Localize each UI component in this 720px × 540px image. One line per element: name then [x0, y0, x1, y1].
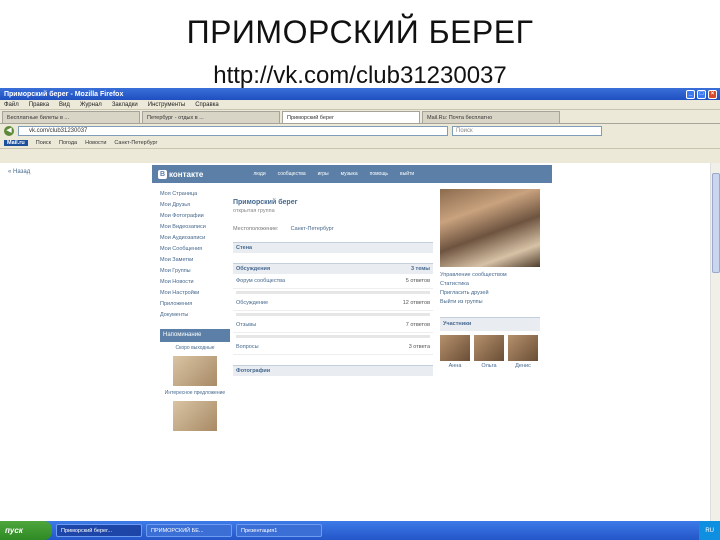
menu-file[interactable]: Файл — [4, 102, 19, 108]
language-indicator[interactable]: RU — [705, 528, 714, 534]
vk-right-column: Управление сообществом Статистика Пригла… — [440, 189, 540, 371]
tab-2[interactable]: Петербург - отдых в ... — [142, 111, 280, 123]
side-text[interactable]: Интересное предложение — [160, 390, 230, 397]
group-photo[interactable] — [440, 189, 540, 267]
side-item[interactable]: Мои Группы — [160, 266, 230, 277]
close-button[interactable]: × — [708, 89, 717, 99]
system-tray: RU — [699, 521, 720, 540]
group-type: открытая группа — [233, 208, 275, 214]
menu-bar: Файл Правка Вид Журнал Закладки Инструме… — [0, 100, 720, 110]
side-block-title: Напоминание — [160, 329, 230, 342]
tab-strip: Бесплатные билеты в ... Петербург - отды… — [0, 110, 720, 124]
page-scrollbar[interactable] — [710, 163, 720, 521]
avatar[interactable] — [508, 335, 538, 361]
avatar[interactable] — [474, 335, 504, 361]
side-item[interactable]: Мои Видеозаписи — [160, 222, 230, 233]
window-title: Приморский берег - Mozilla Firefox — [4, 90, 124, 98]
wall-section-header: Стена — [233, 242, 433, 253]
start-button[interactable]: пуск — [0, 521, 52, 540]
side-item[interactable]: Мои Фотографии — [160, 211, 230, 222]
bookmark-weather[interactable]: Погода — [59, 140, 77, 146]
vk-nav-help[interactable]: помощь — [370, 171, 388, 177]
vk-header: В контакте люди сообщества игры музыка п… — [152, 165, 552, 183]
menu-edit[interactable]: Правка — [29, 102, 49, 108]
vk-nav: люди сообщества игры музыка помощь выйти — [253, 171, 414, 177]
address-input[interactable]: vk.com/club31230037 — [18, 126, 448, 136]
side-item[interactable]: Мои Новости — [160, 277, 230, 288]
forum-row[interactable]: Обсуждение 12 ответов — [233, 296, 433, 311]
members-list: Анна Ольга Денис — [440, 335, 540, 371]
taskbar-item[interactable]: Приморский берег... — [56, 524, 142, 537]
side-ad-image[interactable] — [173, 356, 217, 386]
navigation-bar: ◀ vk.com/club31230037 Поиск — [0, 124, 720, 138]
menu-tools[interactable]: Инструменты — [148, 102, 185, 108]
member[interactable]: Денис — [508, 335, 538, 371]
taskbar-item[interactable]: ПРИМОРСКИЙ БЕ... — [146, 524, 232, 537]
bookmark-news[interactable]: Новости — [85, 140, 106, 146]
taskbar: пуск Приморский берег... ПРИМОРСКИЙ БЕ..… — [0, 521, 720, 540]
vk-logo-icon: В — [158, 169, 167, 179]
forum-row[interactable]: Вопросы 3 ответа — [233, 340, 433, 355]
slide-title: ПРИМОРСКИЙ БЕРЕГ — [186, 14, 534, 50]
members-section-header: Участники — [440, 317, 540, 331]
side-item[interactable]: Мои Заметки — [160, 255, 230, 266]
bookmark-spb[interactable]: Санкт-Петербург — [114, 140, 157, 146]
side-item[interactable]: Моя Страница — [160, 189, 230, 200]
scrollbar-thumb[interactable] — [712, 173, 720, 273]
tab-1[interactable]: Бесплатные билеты в ... — [2, 111, 140, 123]
search-input[interactable]: Поиск — [452, 126, 602, 136]
back-arrow-icon[interactable]: ◀ — [4, 126, 14, 136]
browser-screenshot: Приморский берег - Mozilla Firefox _ □ ×… — [0, 88, 720, 540]
divider — [236, 335, 430, 338]
group-name: Приморский берег — [233, 199, 298, 206]
divider — [236, 291, 430, 294]
photos-section-header: Фотографии — [233, 365, 433, 376]
right-link[interactable]: Статистика — [440, 280, 540, 289]
vk-nav-communities[interactable]: сообщества — [278, 171, 306, 177]
page-content: « Назад В контакте люди сообщества игры … — [0, 163, 720, 521]
menu-bookmarks[interactable]: Закладки — [112, 102, 138, 108]
right-link[interactable]: Управление сообществом — [440, 271, 540, 280]
bookmark-mailru[interactable]: Mail.ru — [4, 140, 28, 146]
vk-main-column: Приморский берег открытая группа Местопо… — [233, 189, 433, 376]
taskbar-item[interactable]: Презентация1 — [236, 524, 322, 537]
vk-nav-people[interactable]: люди — [253, 171, 265, 177]
vk-side-menu: Моя Страница Мои Друзья Мои Фотографии М… — [160, 189, 230, 435]
maximize-button[interactable]: □ — [697, 89, 706, 99]
side-item[interactable]: Документы — [160, 310, 230, 321]
vk-nav-music[interactable]: музыка — [341, 171, 358, 177]
forum-section-header: Обсуждения 3 темы — [233, 263, 433, 274]
menu-help[interactable]: Справка — [195, 102, 219, 108]
side-item[interactable]: Мои Друзья — [160, 200, 230, 211]
member[interactable]: Ольга — [474, 335, 504, 371]
window-titlebar: Приморский берег - Mozilla Firefox _ □ × — [0, 88, 720, 100]
right-link[interactable]: Выйти из группы — [440, 298, 540, 307]
side-ad-image[interactable] — [173, 401, 217, 431]
minimize-button[interactable]: _ — [686, 89, 695, 99]
divider — [236, 313, 430, 316]
side-item[interactable]: Мои Сообщения — [160, 244, 230, 255]
vk-logo[interactable]: В контакте — [158, 169, 203, 179]
right-link[interactable]: Пригласить друзей — [440, 289, 540, 298]
bookmark-search[interactable]: Поиск — [36, 140, 51, 146]
side-item[interactable]: Приложения — [160, 299, 230, 310]
menu-history[interactable]: Журнал — [80, 102, 102, 108]
tab-active[interactable]: Приморский берег — [282, 111, 420, 123]
side-text[interactable]: Скоро выходные — [160, 345, 230, 352]
back-link[interactable]: « Назад — [8, 169, 30, 175]
forum-row[interactable]: Форум сообщества 5 ответов — [233, 274, 433, 289]
slide-url: http://vk.com/club31230037 — [213, 62, 507, 89]
tab-4[interactable]: Mail.Ru: Почта бесплатно — [422, 111, 560, 123]
side-item[interactable]: Мои Настройки — [160, 288, 230, 299]
vk-nav-logout[interactable]: выйти — [400, 171, 414, 177]
forum-row[interactable]: Отзывы 7 ответов — [233, 318, 433, 333]
vk-nav-games[interactable]: игры — [318, 171, 329, 177]
member[interactable]: Анна — [440, 335, 470, 371]
avatar[interactable] — [440, 335, 470, 361]
bookmarks-bar: Mail.ru Поиск Погода Новости Санкт-Петер… — [0, 138, 720, 149]
info-row: Местоположение: Санкт-Петербург — [233, 226, 334, 232]
side-item[interactable]: Мои Аудиозаписи — [160, 233, 230, 244]
menu-view[interactable]: Вид — [59, 102, 70, 108]
